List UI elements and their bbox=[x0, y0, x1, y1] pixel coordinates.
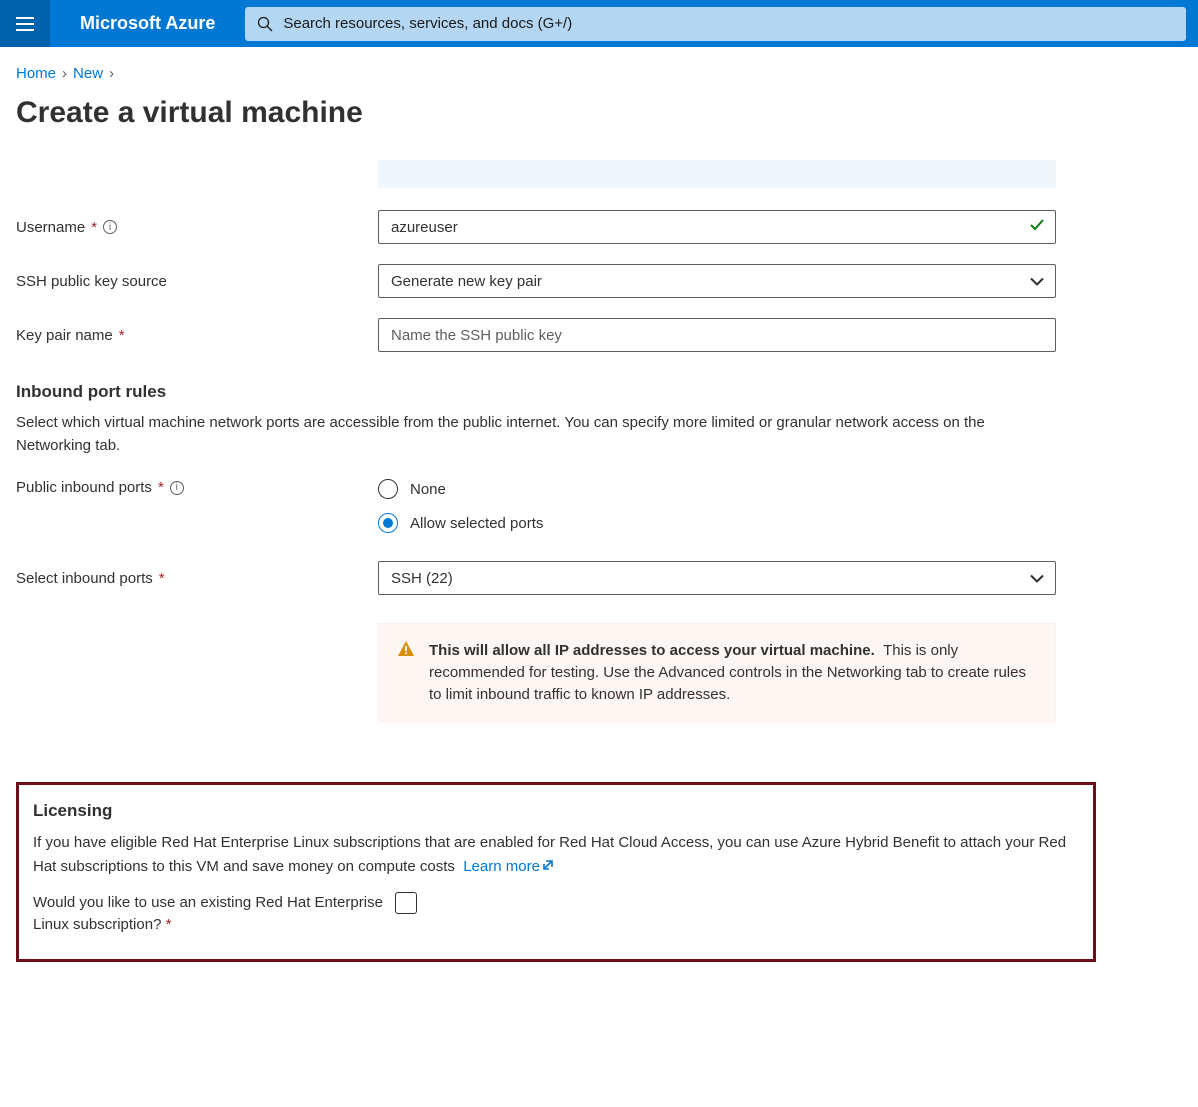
ssh-source-label: SSH public key source bbox=[16, 273, 378, 290]
keypair-label: Key pair name* bbox=[16, 327, 378, 344]
hamburger-menu-button[interactable] bbox=[0, 0, 50, 47]
checkmark-icon bbox=[1028, 216, 1046, 238]
warning-banner: This will allow all IP addresses to acce… bbox=[378, 623, 1056, 722]
inbound-desc: Select which virtual machine network por… bbox=[16, 412, 1056, 457]
chevron-right-icon: › bbox=[62, 65, 67, 82]
page-title: Create a virtual machine bbox=[16, 96, 1182, 130]
info-icon[interactable]: i bbox=[103, 220, 117, 234]
radio-allow-selected[interactable]: Allow selected ports bbox=[378, 513, 1056, 533]
search-icon bbox=[257, 16, 273, 32]
licensing-desc: If you have eligible Red Hat Enterprise … bbox=[33, 831, 1079, 878]
radio-none-label: None bbox=[410, 481, 446, 498]
chevron-down-icon bbox=[1030, 273, 1044, 290]
licensing-section: Licensing If you have eligible Red Hat E… bbox=[16, 782, 1096, 962]
breadcrumb-new[interactable]: New bbox=[73, 65, 103, 82]
hamburger-icon bbox=[16, 17, 34, 31]
chevron-down-icon bbox=[1030, 570, 1044, 587]
search-input[interactable] bbox=[283, 15, 1174, 32]
warning-icon bbox=[397, 640, 415, 705]
top-bar: Microsoft Azure bbox=[0, 0, 1198, 47]
licensing-checkbox[interactable] bbox=[395, 892, 417, 914]
public-ports-label: Public inbound ports* i bbox=[16, 479, 378, 496]
ssh-source-select[interactable]: Generate new key pair bbox=[378, 264, 1056, 298]
keypair-input[interactable] bbox=[378, 318, 1056, 352]
licensing-heading: Licensing bbox=[33, 801, 1079, 821]
username-label: Username* i bbox=[16, 219, 378, 236]
search-bar bbox=[245, 7, 1186, 41]
brand-label: Microsoft Azure bbox=[50, 13, 245, 34]
breadcrumb: Home › New › bbox=[16, 65, 1182, 82]
select-ports-label: Select inbound ports* bbox=[16, 570, 378, 587]
radio-allow-label: Allow selected ports bbox=[410, 515, 543, 532]
username-input[interactable] bbox=[378, 210, 1056, 244]
licensing-checkbox-label: Would you like to use an existing Red Ha… bbox=[33, 892, 395, 937]
radio-none[interactable]: None bbox=[378, 479, 1056, 499]
info-banner bbox=[378, 160, 1056, 188]
breadcrumb-home[interactable]: Home bbox=[16, 65, 56, 82]
chevron-right-icon: › bbox=[109, 65, 114, 82]
info-icon[interactable]: i bbox=[170, 481, 184, 495]
select-ports-select[interactable]: SSH (22) bbox=[378, 561, 1056, 595]
learn-more-link[interactable]: Learn more bbox=[463, 858, 554, 875]
inbound-heading: Inbound port rules bbox=[16, 382, 1096, 402]
